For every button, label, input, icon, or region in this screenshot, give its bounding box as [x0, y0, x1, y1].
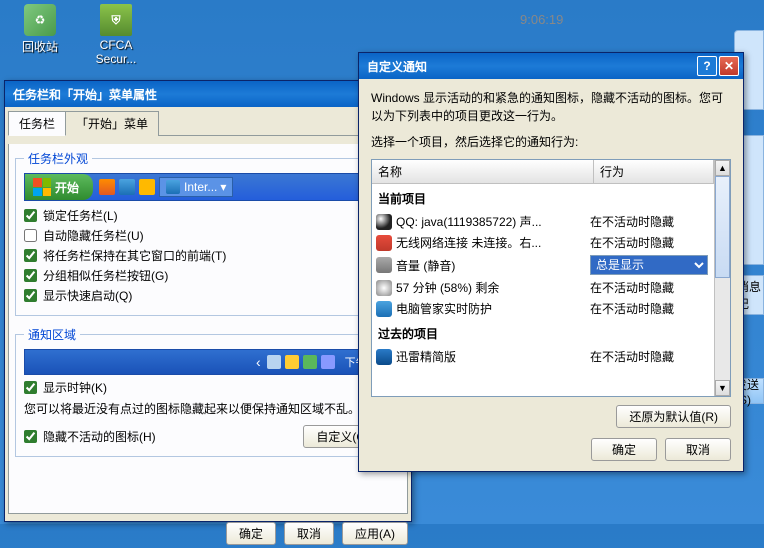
- titlebar[interactable]: 自定义通知 ? ✕: [359, 53, 743, 79]
- scroll-down-button[interactable]: ▼: [715, 380, 730, 396]
- task-item-preview: Inter... ▾: [159, 177, 233, 197]
- tabs: 任务栏 「开始」菜单: [8, 110, 408, 136]
- help-button[interactable]: ?: [697, 56, 717, 76]
- restore-defaults-button[interactable]: 还原为默认值(R): [616, 405, 731, 428]
- windows-flag-icon: [33, 178, 51, 196]
- desktop-clock: 9:06:19: [520, 12, 563, 27]
- behavior-select[interactable]: 总是显示: [590, 255, 708, 275]
- recycle-glyph: ♻: [24, 4, 56, 36]
- chevron-down-icon: ▾: [220, 180, 226, 194]
- customize-notifications-window: 自定义通知 ? ✕ Windows 显示活动的和紧急的通知图标，隐藏不活动的图标…: [358, 52, 744, 472]
- group-current: 当前项目: [372, 184, 714, 211]
- info-text-2: 选择一个项目，然后选择它的通知行为:: [371, 133, 731, 151]
- header-behavior[interactable]: 行为: [594, 160, 714, 183]
- group-checkbox[interactable]: [24, 269, 37, 282]
- autohide-checkbox[interactable]: [24, 229, 37, 242]
- apply-button[interactable]: 应用(A): [342, 522, 408, 545]
- taskbar-preview: 开始 Inter... ▾: [24, 173, 392, 201]
- ok-button[interactable]: 确定: [591, 438, 657, 461]
- group-past: 过去的项目: [372, 319, 714, 346]
- ie-icon: [166, 180, 180, 194]
- showclock-checkbox[interactable]: [24, 381, 37, 394]
- volume-icon: [376, 257, 392, 273]
- scrollbar[interactable]: ▲ ▼: [714, 160, 730, 396]
- notification-list: 名称 行为 当前项目 QQ: java(1119385722) 声... 在不活…: [371, 159, 731, 397]
- appearance-legend: 任务栏外观: [24, 150, 92, 167]
- qq-icon: [376, 214, 392, 230]
- ontop-checkbox[interactable]: [24, 249, 37, 262]
- titlebar[interactable]: 任务栏和「开始」菜单属性: [5, 81, 411, 107]
- tray-preview: ‹ 下午 5:5: [24, 349, 392, 375]
- taskbar-properties-window: 任务栏和「开始」菜单属性 任务栏 「开始」菜单 任务栏外观 开始: [4, 80, 412, 522]
- recycle-label: 回收站: [22, 40, 58, 54]
- cfca-label: CFCA Secur...: [96, 38, 137, 66]
- list-item[interactable]: QQ: java(1119385722) 声... 在不活动时隐藏: [372, 211, 714, 232]
- ok-button[interactable]: 确定: [226, 522, 276, 545]
- window-title: 自定义通知: [363, 58, 695, 75]
- tab-taskbar[interactable]: 任务栏: [8, 111, 66, 136]
- taskbar-appearance-group: 任务栏外观 开始 Inter... ▾ 锁定任务栏(L): [15, 150, 401, 316]
- lock-taskbar-checkbox[interactable]: [24, 209, 37, 222]
- tray-expand-icon: ‹: [256, 354, 261, 370]
- tray-icon: [267, 355, 281, 369]
- scroll-thumb[interactable]: [715, 176, 730, 278]
- list-item[interactable]: 迅雷精简版 在不活动时隐藏: [372, 346, 714, 367]
- battery-icon: [376, 280, 392, 296]
- scroll-up-button[interactable]: ▲: [715, 160, 730, 176]
- list-item[interactable]: 无线网络连接 未连接。右... 在不活动时隐藏: [372, 232, 714, 253]
- cancel-button[interactable]: 取消: [665, 438, 731, 461]
- list-item-selected[interactable]: 音量 (静音) 总是显示: [372, 253, 714, 277]
- wifi-icon: [376, 235, 392, 251]
- header-name[interactable]: 名称: [372, 160, 594, 183]
- quicklaunch-icon: [99, 179, 115, 195]
- tray-icon: [285, 355, 299, 369]
- recycle-bin-icon[interactable]: ♻ 回收站: [10, 4, 70, 55]
- tray-icon: [321, 355, 335, 369]
- close-button[interactable]: ✕: [719, 56, 739, 76]
- tab-startmenu[interactable]: 「开始」菜单: [65, 111, 159, 136]
- hideinactive-checkbox[interactable]: [24, 430, 37, 443]
- list-header: 名称 行为: [372, 160, 714, 184]
- shield-icon: ⛨: [100, 4, 132, 36]
- window-title: 任务栏和「开始」菜单属性: [9, 86, 407, 103]
- cancel-button[interactable]: 取消: [284, 522, 334, 545]
- start-button-preview: 开始: [25, 174, 93, 200]
- cfca-icon[interactable]: ⛨ CFCA Secur...: [86, 4, 146, 66]
- xunlei-icon: [376, 349, 392, 365]
- quicklaunch-ie-icon: [119, 179, 135, 195]
- list-item[interactable]: 电脑管家实时防护 在不活动时隐藏: [372, 298, 714, 319]
- notification-area-group: 通知区域 ‹ 下午 5:5 显示时钟(K) 您可以将最近没有点过的图标隐藏起来以…: [15, 326, 401, 457]
- quicklaunch-checkbox[interactable]: [24, 289, 37, 302]
- info-text-1: Windows 显示活动的和紧急的通知图标，隐藏不活动的图标。您可以为下列表中的…: [371, 89, 731, 125]
- shield-icon: [376, 301, 392, 317]
- quicklaunch-icon-2: [139, 179, 155, 195]
- scroll-track[interactable]: [715, 176, 730, 380]
- tray-desc: 您可以将最近没有点过的图标隐藏起来以便保持通知区域不乱。: [24, 400, 392, 417]
- tray-legend: 通知区域: [24, 326, 80, 343]
- tray-icon: [303, 355, 317, 369]
- list-item[interactable]: 57 分钟 (58%) 剩余 在不活动时隐藏: [372, 277, 714, 298]
